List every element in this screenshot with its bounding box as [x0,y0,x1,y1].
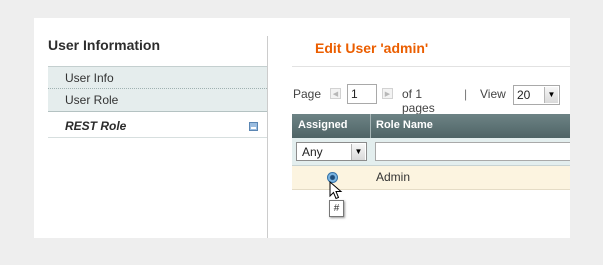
sidebar-title: User Information [48,37,161,53]
chevron-down-icon: ▼ [351,144,365,160]
page-count-text: of 1 pages [402,87,435,115]
heading-divider [292,66,570,67]
previous-page-arrow-icon[interactable]: ◀ [330,88,341,99]
sidebar-item-label: User Info [65,71,114,85]
page-title: Edit User 'admin' [315,40,429,56]
sidebar: User Information User Info User Role RES… [34,18,267,238]
role-name-cell: Admin [376,170,411,184]
filter-row: Any ▼ [292,138,570,166]
next-page-arrow-icon[interactable]: ▶ [382,88,393,99]
page-size-select[interactable]: 20 ▼ [513,85,560,105]
view-label: View [480,87,506,101]
grid-header: Assigned Role Name [292,114,570,138]
page-number-input[interactable] [347,84,377,104]
sidebar-item-user-info[interactable]: User Info [48,66,267,89]
header-separator [370,114,371,138]
sidebar-item-label: REST Role [65,119,127,133]
column-header-role-name[interactable]: Role Name [376,119,433,131]
page-label: Page [293,87,322,101]
save-icon [249,122,258,131]
role-name-filter-input[interactable] [375,142,570,161]
page-frame: User Information User Info User Role RES… [34,18,570,238]
column-header-assigned[interactable]: Assigned [298,119,348,131]
tooltip: # [329,200,344,217]
pager-separator: | [464,87,468,101]
table-row[interactable]: Admin # [292,166,570,217]
sidebar-item-rest-role[interactable]: REST Role [48,115,267,138]
sidebar-item-user-role[interactable]: User Role [48,89,267,112]
page-size-value: 20 [517,88,531,102]
sidebar-item-label: User Role [65,93,119,107]
assigned-filter-value: Any [302,145,323,159]
main-content: Edit User 'admin' Page ◀ ▶ of 1 pages | … [268,18,570,238]
chevron-down-icon: ▼ [544,87,558,103]
mouse-cursor-icon [329,181,343,200]
assigned-filter-select[interactable]: Any ▼ [296,142,367,161]
